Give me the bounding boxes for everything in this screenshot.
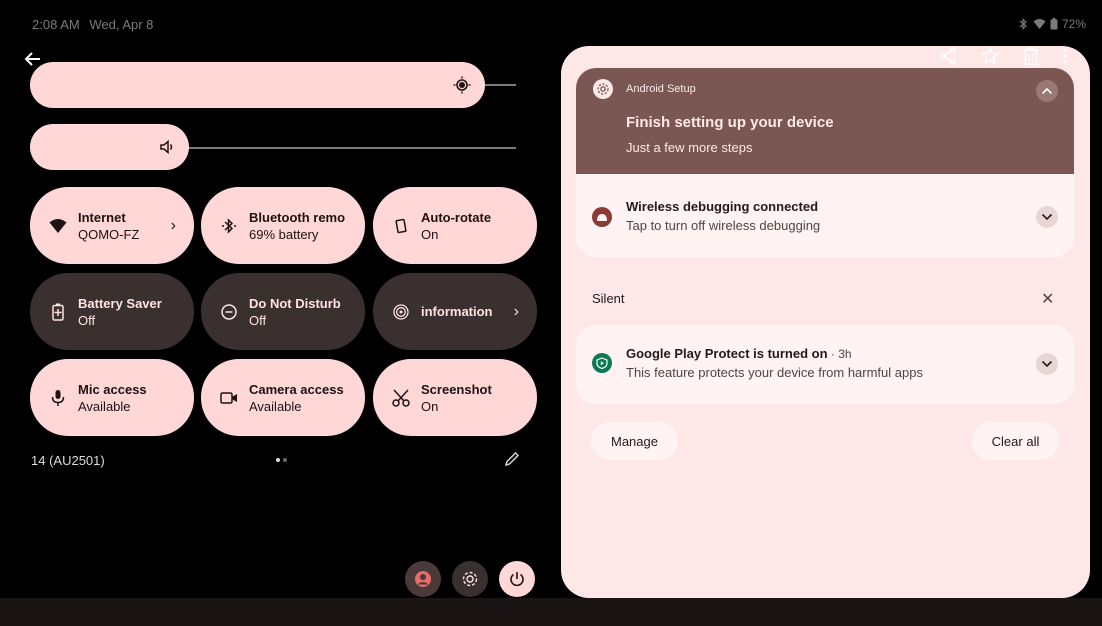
notification-timestamp: · 3h (827, 347, 852, 361)
tile-subtitle: 69% battery (249, 226, 319, 242)
chevron-right-icon: › (513, 302, 519, 320)
chevron-down-icon (1041, 360, 1053, 368)
power-icon (510, 572, 524, 587)
tile-battery-saver[interactable]: Battery Saver Off (30, 273, 194, 350)
tile-subtitle: On (421, 398, 439, 414)
navigation-bar (0, 598, 1102, 626)
user-icon (415, 571, 431, 587)
play-protect-icon (592, 353, 612, 373)
chevron-down-icon (1041, 213, 1053, 221)
page-dot (283, 458, 287, 462)
brightness-icon (452, 75, 472, 95)
status-date: Wed, Apr 8 (89, 17, 154, 32)
mic-icon (48, 388, 68, 408)
tile-subtitle: Available (249, 398, 302, 414)
edit-pencil-icon[interactable] (504, 451, 520, 472)
brightness-track[interactable] (480, 84, 516, 86)
tile-title: Screenshot (421, 381, 492, 397)
status-bar: 2:08 AM Wed, Apr 8 72% (0, 0, 1102, 50)
debug-icon (592, 207, 612, 227)
battery-saver-icon (48, 302, 68, 322)
wifi-icon (1033, 18, 1046, 30)
tile-title: Internet (78, 209, 126, 225)
bluetooth-icon (219, 216, 239, 236)
expand-button[interactable] (1036, 353, 1058, 375)
tile-mic-access[interactable]: Mic access Available (30, 359, 194, 436)
notification-title: Google Play Protect is turned on · 3h (626, 346, 852, 361)
manage-button[interactable]: Manage (591, 422, 678, 460)
battery-icon (1050, 18, 1058, 30)
tile-internet[interactable]: Internet QOMO-FZ › (30, 187, 194, 264)
close-icon[interactable]: ✕ (1041, 289, 1054, 309)
dnd-icon (219, 302, 239, 322)
volume-icon (157, 137, 177, 157)
user-switcher-button[interactable] (405, 561, 441, 597)
notification-text: This feature protects your device from h… (626, 365, 923, 380)
page-indicator (276, 458, 287, 462)
gear-icon (593, 79, 613, 99)
collapse-button[interactable] (1036, 80, 1058, 102)
fingerprint-icon (391, 302, 411, 322)
notification-play-protect[interactable]: Google Play Protect is turned on · 3h Th… (576, 325, 1074, 404)
notification-title: Finish setting up your device (626, 114, 834, 131)
tile-bluetooth[interactable]: Bluetooth remo 69% battery (201, 187, 365, 264)
rotate-icon (391, 216, 411, 236)
tile-title: Mic access (78, 381, 147, 397)
tile-subtitle: Off (249, 312, 267, 328)
gear-icon (462, 571, 478, 587)
notification-wireless-debugging[interactable]: Wireless debugging connected Tap to turn… (576, 174, 1074, 257)
notification-android-setup[interactable]: Android Setup Finish setting up your dev… (576, 68, 1074, 174)
brightness-slider[interactable] (30, 62, 485, 108)
tile-title: information (421, 304, 493, 319)
tile-title: Bluetooth remo (249, 209, 346, 225)
status-icons: 72% (1017, 17, 1086, 31)
tile-screenshot[interactable]: Screenshot On (373, 359, 537, 436)
expand-button[interactable] (1036, 206, 1058, 228)
tile-title: Camera access (249, 381, 344, 397)
tile-subtitle: On (421, 226, 439, 242)
build-number: 14 (AU2501) (31, 453, 105, 468)
scissors-icon (391, 388, 411, 408)
tile-subtitle: Available (78, 398, 131, 414)
notification-text: Just a few more steps (626, 140, 753, 155)
tile-camera-access[interactable]: Camera access Available (201, 359, 365, 436)
tile-title: Auto-rotate (421, 209, 492, 225)
tile-information[interactable]: information › (373, 273, 537, 350)
battery-percent: 72% (1061, 17, 1086, 31)
notification-title: Wireless debugging connected (626, 199, 819, 214)
chevron-up-icon (1041, 87, 1053, 95)
tile-subtitle: QOMO-FZ (78, 226, 140, 242)
tile-auto-rotate[interactable]: Auto-rotate On (373, 187, 537, 264)
volume-track[interactable] (185, 147, 516, 149)
status-time: 2:08 AM (32, 17, 80, 32)
silent-section-header: Silent (592, 291, 625, 306)
tile-title: Do Not Disturb (249, 295, 341, 311)
tile-subtitle: Off (78, 312, 96, 328)
volume-slider[interactable] (30, 124, 189, 170)
settings-button[interactable] (452, 561, 488, 597)
camera-icon (219, 388, 239, 408)
wifi-icon (48, 216, 68, 236)
more-vert-icon[interactable] (1062, 47, 1068, 70)
notification-app-name: Android Setup (626, 83, 696, 95)
page-dot-active (276, 458, 280, 462)
notification-text: Tap to turn off wireless debugging (626, 218, 821, 233)
notification-title-text: Google Play Protect is turned on (626, 346, 828, 361)
tile-do-not-disturb[interactable]: Do Not Disturb Off (201, 273, 365, 350)
power-button[interactable] (499, 561, 535, 597)
bluetooth-icon (1017, 18, 1029, 30)
clear-all-button[interactable]: Clear all (972, 422, 1059, 460)
tile-title: Battery Saver (78, 295, 162, 311)
chevron-right-icon: › (170, 216, 176, 234)
status-clock: 2:08 AM Wed, Apr 8 (32, 17, 159, 32)
